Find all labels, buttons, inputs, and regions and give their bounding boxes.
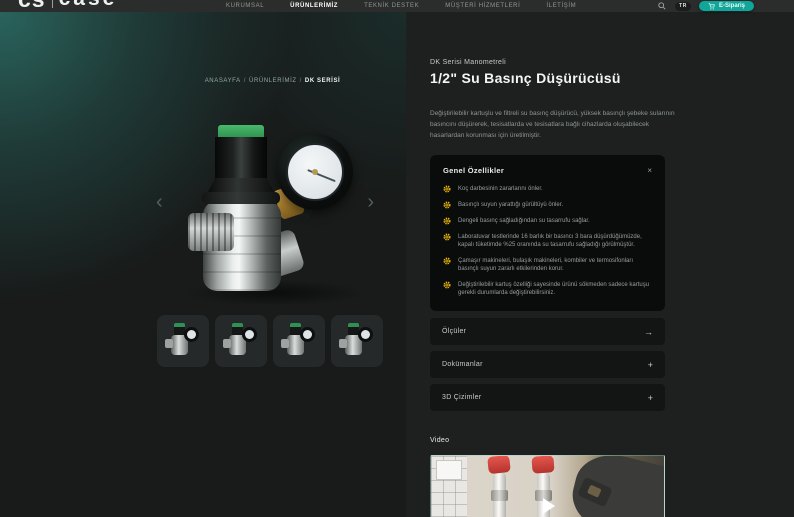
feature-item: Basınçlı suyun yarattığı gürültüyü önler… [443, 201, 652, 209]
inlet-fitting [188, 213, 234, 251]
features-title: Genel Özellikler [443, 166, 504, 175]
gear-icon [443, 281, 451, 289]
logo-mark: cs [18, 0, 46, 13]
general-features-card: Genel Özellikler × Koç darbesinin zararl… [430, 155, 665, 311]
gallery-thumbnail-4[interactable] [331, 315, 383, 367]
gallery-thumbnails [157, 315, 383, 367]
feature-item: Dengeli basınç sağladığından su tasarruf… [443, 217, 652, 225]
feature-item: Çamaşır makineleri, bulaşık makineleri, … [443, 257, 652, 273]
main-nav: KURUMSAL ÜRÜNLERİMİZ TEKNİK DESTEK MÜŞTE… [226, 0, 576, 12]
product-title: 1/2" Su Basınç Düşürücüsü [430, 70, 621, 86]
arrow-right-icon: → [644, 327, 653, 337]
product-gallery-panel: ANASAYFA/ÜRÜNLERİMİZ/DK SERİSİ ‹ › [0, 12, 406, 517]
plus-icon: + [648, 360, 653, 370]
breadcrumb-current: DK SERİSİ [305, 78, 340, 84]
accordion-olculer[interactable]: Ölçüler → [430, 318, 665, 345]
cart-icon [708, 3, 715, 10]
play-icon[interactable] [543, 498, 555, 514]
brand-logo[interactable]: cs case [18, 0, 117, 14]
nav-item-urunlerimiz[interactable]: ÜRÜNLERİMİZ [290, 3, 338, 9]
nav-item-teknik-destek[interactable]: TEKNİK DESTEK [364, 3, 419, 9]
gear-icon [443, 185, 451, 193]
language-selector[interactable]: TR [675, 2, 691, 11]
logo-name: case [59, 0, 118, 11]
gauge-needle [315, 172, 336, 182]
breadcrumb: ANASAYFA/ÜRÜNLERİMİZ/DK SERİSİ [150, 78, 395, 84]
gallery-thumbnail-2[interactable] [215, 315, 267, 367]
gallery-thumbnail-1[interactable] [157, 315, 209, 367]
accordion-dokumanlar[interactable]: Dokümanlar + [430, 351, 665, 378]
accordion-3d-cizimler[interactable]: 3D Çizimler + [430, 384, 665, 411]
nav-item-iletisim[interactable]: İLETİŞİM [546, 3, 576, 9]
product-main-image [155, 95, 395, 320]
search-icon[interactable] [657, 1, 667, 11]
header-actions: TR E-Sipariş [657, 0, 754, 12]
close-icon[interactable]: × [647, 167, 652, 175]
gear-icon [443, 257, 451, 265]
pressure-gauge [277, 134, 353, 210]
feature-item: Koç darbesinin zararlarını önler. [443, 185, 652, 193]
collar-ring [202, 192, 280, 204]
product-description: Değiştirilebilir kartuşlu ve filtreli su… [430, 108, 680, 141]
nav-item-kurumsal[interactable]: KURUMSAL [226, 3, 264, 9]
feature-item: Değiştirilebilir kartuş özelliği sayesin… [443, 281, 652, 297]
gear-icon [443, 233, 451, 241]
gear-icon [443, 201, 451, 209]
gear-icon [443, 217, 451, 225]
carousel-next-icon[interactable]: › [367, 192, 374, 212]
e-order-label: E-Sipariş [719, 3, 745, 9]
features-list: Koç darbesinin zararlarını önler. Basınç… [443, 185, 652, 297]
video-section-label: Video [430, 437, 449, 444]
carousel-prev-icon[interactable]: ‹ [156, 192, 163, 212]
video-thumbnail[interactable] [430, 455, 665, 517]
logo-divider [52, 0, 53, 8]
product-series: DK Serisi Manometreli [430, 59, 506, 66]
gallery-thumbnail-3[interactable] [273, 315, 325, 367]
valve-handle-art [487, 455, 511, 474]
nav-item-musteri-hizmetleri[interactable]: MÜŞTERİ HİZMETLERİ [445, 3, 520, 9]
breadcrumb-home[interactable]: ANASAYFA [205, 78, 241, 84]
page: cs case KURUMSAL ÜRÜNLERİMİZ TEKNİK DEST… [0, 0, 794, 517]
feature-item: Laboratuvar testlerinde 16 barlık bir ba… [443, 233, 652, 249]
valve-handle-art [531, 455, 554, 473]
gauge-face [286, 143, 344, 201]
adjustment-cap [215, 137, 267, 179]
plus-icon: + [648, 393, 653, 403]
breadcrumb-section[interactable]: ÜRÜNLERİMİZ [249, 78, 297, 84]
e-order-button[interactable]: E-Sipariş [699, 1, 754, 11]
video-sidebar-art [431, 456, 467, 517]
